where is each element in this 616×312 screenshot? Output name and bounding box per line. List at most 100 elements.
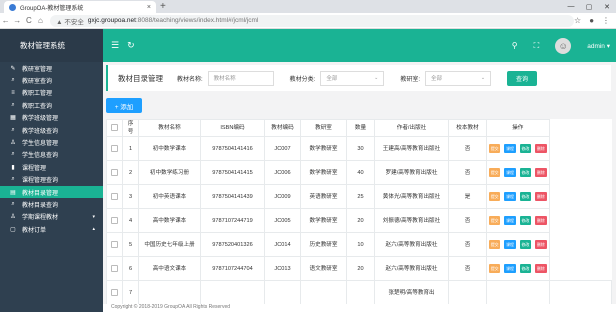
table-row[interactable]: 4 高中数学课本 9787107244719 JC005 数学教研室 20 刘振德/高等教育…: [106, 208, 612, 233]
column-header: 教材编码: [264, 119, 301, 137]
action-button-0[interactable]: 提交: [489, 240, 501, 249]
action-button-3[interactable]: 删除: [535, 216, 547, 225]
sidebar-item-7[interactable]: ⌕ 学生信息查询: [0, 149, 103, 161]
sidebar-item-9[interactable]: ⌕ 课程管理查询: [0, 174, 103, 186]
row-checkbox-cell: [106, 160, 123, 185]
table-cell: 7: [122, 280, 139, 305]
table-cell: JC006: [264, 160, 301, 185]
sidebar-item-4[interactable]: ▦ 教学班级管理: [0, 112, 103, 124]
row-checkbox[interactable]: [111, 288, 118, 296]
action-button-1[interactable]: 课程: [504, 240, 516, 249]
category-select[interactable]: 全部 ⌄: [320, 70, 385, 86]
profile-icon[interactable]: ●: [589, 16, 594, 25]
action-button-1[interactable]: 课程: [504, 192, 516, 201]
table-row[interactable]: 1 初中数学课本 9787504141416 JC007 数学教研室 30 王建高/高等教育…: [106, 136, 612, 161]
action-button-1[interactable]: 课程: [504, 168, 516, 177]
table-cell: JC009: [264, 184, 301, 209]
bookmark-star-icon[interactable]: ☆: [574, 16, 581, 25]
row-checkbox-cell: [106, 136, 123, 161]
action-button-3[interactable]: 删除: [535, 240, 547, 249]
sidebar-item-label: 教研室查询: [22, 79, 53, 86]
url-field[interactable]: ▲ 不安全 gxjc.groupoa.net :8088/teaching/vi…: [50, 14, 575, 27]
action-button-0[interactable]: 提交: [489, 144, 501, 153]
row-checkbox[interactable]: [111, 192, 118, 200]
action-button-0[interactable]: 提交: [489, 192, 501, 201]
select-all-checkbox[interactable]: [111, 124, 118, 132]
table-row[interactable]: 3 初中英语课本 9787504141439 JC009 英语教研室 25 黄体光/高等教育…: [106, 184, 612, 209]
row-checkbox-cell: [106, 280, 123, 305]
forward-icon[interactable]: →: [12, 16, 24, 25]
table-row[interactable]: 7 张楚明/高等教育出: [106, 280, 612, 305]
insecure-warning[interactable]: ▲ 不安全: [56, 16, 84, 26]
sidebar-item-1[interactable]: ⌕ 教研室查询: [0, 74, 103, 86]
minimize-icon[interactable]: —: [562, 0, 580, 13]
table-cell: [486, 280, 550, 305]
action-button-2[interactable]: 修改: [519, 144, 532, 153]
row-checkbox[interactable]: [111, 168, 118, 176]
column-header: 教材名称: [138, 119, 201, 137]
row-checkbox[interactable]: [111, 264, 118, 272]
menu-toggle-icon[interactable]: ☰: [111, 40, 119, 51]
query-button[interactable]: 查询: [507, 70, 538, 86]
action-button-2[interactable]: 修改: [519, 216, 532, 225]
table-cell: 否: [448, 208, 487, 233]
table-row[interactable]: 6 高中语文课本 9787107244704 JC013 语文教研室 20 赵六/高等教育出…: [106, 256, 612, 281]
sidebar-item-5[interactable]: ⌕ 教学班级查询: [0, 124, 103, 136]
action-button-1[interactable]: 课程: [504, 144, 516, 153]
row-checkbox[interactable]: [111, 144, 118, 152]
fullscreen-icon[interactable]: ⛶: [534, 41, 540, 51]
close-window-icon[interactable]: ✕: [598, 0, 616, 13]
action-button-2[interactable]: 修改: [519, 264, 532, 273]
action-button-0[interactable]: 提交: [489, 264, 501, 273]
sidebar-item-11[interactable]: ⌕ 教材目录查询: [0, 198, 103, 210]
add-button[interactable]: + 添加: [106, 98, 142, 113]
action-button-1[interactable]: 课程: [504, 264, 516, 273]
action-button-1[interactable]: 课程: [504, 216, 516, 225]
action-button-3[interactable]: 删除: [535, 192, 547, 201]
home-icon[interactable]: ⌂: [35, 16, 47, 25]
sidebar-item-12[interactable]: ♙ 学期课程教材 ▾: [0, 211, 103, 223]
action-button-3[interactable]: 删除: [535, 168, 547, 177]
menu-icon: ⌕: [11, 101, 15, 108]
search-icon[interactable]: ⚲: [512, 41, 518, 50]
action-button-0[interactable]: 提交: [489, 216, 501, 225]
action-button-0[interactable]: 提交: [489, 168, 501, 177]
sidebar-item-13[interactable]: ▢ 教材订单 ▴: [0, 223, 103, 235]
footer: Copyright © 2018-2019 GroupOA All Rights…: [103, 304, 616, 312]
column-header: 作者/出版社: [374, 119, 449, 137]
action-button-2[interactable]: 修改: [519, 192, 532, 201]
browser-menu-icon[interactable]: ⋮: [602, 16, 610, 25]
sidebar-item-2[interactable]: ≡ 教职工管理: [0, 87, 103, 99]
column-header: 序号: [122, 119, 139, 137]
sidebar-item-3[interactable]: ⌕ 教职工查询: [0, 99, 103, 111]
table-cell: 否: [448, 256, 487, 281]
name-input[interactable]: 教材名称: [207, 70, 274, 86]
maximize-icon[interactable]: ▢: [580, 0, 598, 13]
avatar[interactable]: ☺: [555, 37, 572, 54]
address-bar: ← → C ⌂ ▲ 不安全 gxjc.groupoa.net :8088/tea…: [0, 13, 616, 29]
table-cell: [300, 280, 347, 305]
new-tab-button[interactable]: +: [160, 0, 166, 13]
action-button-2[interactable]: 修改: [519, 168, 532, 177]
browser-tab[interactable]: GroupOA-教材管理系统 ×: [4, 1, 156, 13]
table-row[interactable]: 2 初中数学练习册 9787504141415 JC006 数学教研室 40 罗建/高等教育…: [106, 160, 612, 185]
user-menu[interactable]: admin ▾: [587, 42, 610, 50]
row-checkbox[interactable]: [111, 216, 118, 224]
row-checkbox[interactable]: [111, 240, 118, 248]
reload-icon[interactable]: C: [23, 16, 35, 25]
tab-close-icon[interactable]: ×: [147, 4, 151, 11]
back-icon[interactable]: ←: [0, 16, 12, 25]
action-button-3[interactable]: 删除: [535, 144, 547, 153]
table-cell: 否: [448, 232, 487, 257]
action-button-3[interactable]: 删除: [535, 264, 547, 273]
room-select[interactable]: 全部 ⌄: [425, 70, 492, 86]
table-cell: 1: [122, 136, 139, 161]
sidebar-item-10[interactable]: ▤ 教材目录管理: [0, 185, 103, 199]
sidebar-item-8[interactable]: ▮ 课程管理: [0, 161, 103, 173]
sidebar-item-0[interactable]: ✎ 教研室管理: [0, 62, 103, 74]
table-row[interactable]: 5 中国历史七年级上册 9787520401326 JC014 历史教研室 10 赵六/高等…: [106, 232, 612, 257]
action-button-2[interactable]: 修改: [519, 240, 532, 249]
table-cell: 张楚明/高等教育出: [374, 280, 449, 305]
refresh-icon[interactable]: ↻: [127, 40, 135, 51]
sidebar-item-6[interactable]: ♙ 学生信息管理: [0, 136, 103, 148]
